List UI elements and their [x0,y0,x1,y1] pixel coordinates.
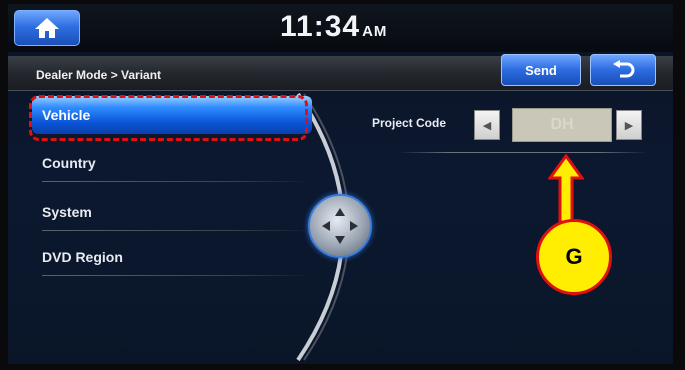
menu-item-country[interactable]: Country [32,144,312,182]
project-code-value: DH [512,108,612,142]
clock-time: 11:34 [280,10,361,43]
back-button[interactable] [590,54,656,86]
menu-item-system[interactable]: System [32,193,312,231]
project-code-label: Project Code [372,116,447,130]
callout-label: G [536,219,612,295]
head-unit-screen: 11:34 AM Dealer Mode > Variant Send Vehic… [8,4,673,364]
scroll-knob[interactable] [308,194,372,258]
menu-item-label: Country [42,155,96,171]
device-bezel: 11:34 AM Dealer Mode > Variant Send Vehic… [0,0,685,370]
project-code-prev-button[interactable]: ◀ [474,110,500,140]
home-button[interactable] [14,10,80,46]
menu-item-dvd-region[interactable]: DVD Region [32,238,312,276]
send-button[interactable]: Send [501,54,581,86]
direction-arrows-icon [322,208,358,244]
menu-item-label: System [42,204,92,220]
project-code-underline [398,152,648,153]
home-icon [35,18,59,38]
selection-highlight-annotation [29,95,308,141]
back-arrow-icon [613,60,635,78]
menu-item-label: DVD Region [42,249,123,265]
project-code-next-button[interactable]: ▶ [616,110,642,140]
callout-arrow [548,154,584,224]
clock-ampm: AM [362,23,388,40]
chevron-right-icon: ▶ [624,119,634,132]
chevron-left-icon: ◀ [482,119,492,132]
breadcrumb: Dealer Mode > Variant [36,68,162,82]
clock: 11:34 AM [280,10,387,44]
